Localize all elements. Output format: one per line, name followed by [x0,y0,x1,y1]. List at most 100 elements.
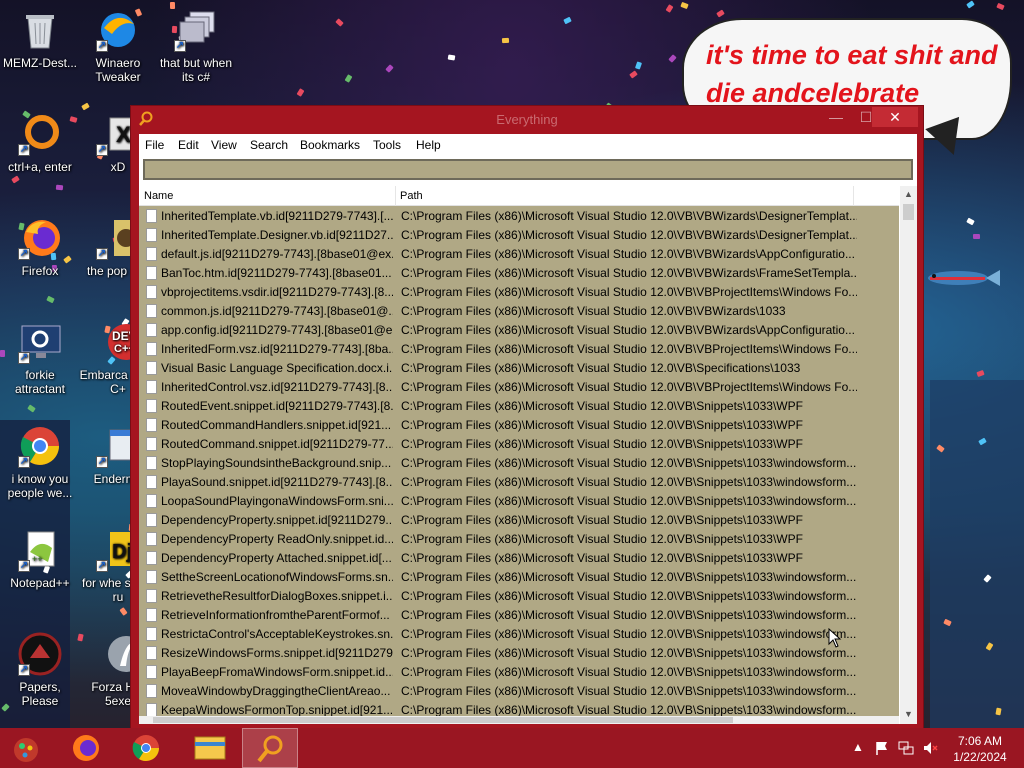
minimize-button[interactable]: — [821,107,851,127]
desktop-icon-notepadpp[interactable]: ++ ↗ Notepad++ [0,528,80,590]
file-name-cell: InheritedTemplate.Designer.vb.id[9211D27… [161,228,393,242]
window-titlebar[interactable]: Everything — ☐ ✕ [131,106,923,132]
search-input[interactable] [143,159,913,180]
taskbar: ▲ 7:06 AM 1/22/2024 [0,728,1024,768]
clock-time: 7:06 AM [957,734,1003,748]
confetti-piece [55,184,64,191]
confetti-piece [46,295,55,304]
desktop-icon-forkie[interactable]: ↗ forkie attractant [0,320,80,396]
table-row[interactable]: DependencyProperty Attached.snippet.id[.… [139,548,899,567]
table-row[interactable]: MoveaWindowbyDraggingtheClientAreao... C:… [139,681,899,700]
desktop-icon-ctrl-a-enter[interactable]: ↗ ctrl+a, enter [0,112,80,174]
file-icon [146,608,157,622]
menu-file[interactable]: File [145,138,164,152]
system-clock[interactable]: 7:06 AM 1/22/2024 [944,733,1016,765]
file-name-cell: common.js.id[9211D279-7743].[8base01@... [161,304,393,318]
file-icon [146,247,157,261]
file-icon [146,494,157,508]
table-row[interactable]: common.js.id[9211D279-7743].[8base01@...… [139,301,899,320]
table-row[interactable]: BanToc.htm.id[9211D279-7743].[8base01...… [139,263,899,282]
table-row[interactable]: RoutedEvent.snippet.id[9211D279-7743].[8… [139,396,899,415]
table-row[interactable]: LoopaSoundPlayingonaWindowsForm.sni... C:… [139,491,899,510]
table-row[interactable]: RoutedCommand.snippet.id[9211D279-77... C… [139,434,899,453]
table-row[interactable]: StopPlayingSoundsintheBackground.snip...… [139,453,899,472]
desktop-icon-firefox[interactable]: ↗ Firefox [0,216,80,278]
menu-view[interactable]: View [211,138,237,152]
desktop-icon-chrome[interactable]: ↗ i know you people we... [0,424,80,500]
close-button[interactable]: ✕ [872,107,918,127]
file-path-cell: C:\Program Files (x86)\Microsoft Visual … [401,494,857,508]
menu-search[interactable]: Search [250,138,288,152]
table-row[interactable]: RoutedCommandHandlers.snippet.id[921... C… [139,415,899,434]
table-row[interactable]: DependencyProperty ReadOnly.snippet.id..… [139,529,899,548]
column-separator[interactable] [853,186,854,206]
table-row[interactable]: SettheScreenLocationofWindowsForms.sn...… [139,567,899,586]
file-icon [146,665,157,679]
file-path-cell: C:\Program Files (x86)\Microsoft Visual … [401,342,857,356]
confetti-piece [972,233,981,240]
file-icon [146,418,157,432]
file-icon [146,437,157,451]
mouse-cursor-icon [828,628,842,648]
table-row[interactable]: app.config.id[9211D279-7743].[8base01@e.… [139,320,899,339]
action-center-flag-icon[interactable] [874,740,890,756]
table-row[interactable]: PlayaSound.snippet.id[9211D279-7743].[8.… [139,472,899,491]
svg-text:Dj: Dj [112,541,132,563]
scrollbar-thumb[interactable] [153,717,733,723]
notepadpp-icon: ++ ↗ [18,528,62,572]
desktop-icon-memz[interactable]: MEMZ-Dest... [0,8,80,70]
shortcut-arrow-icon: ↗ [18,144,30,156]
vertical-scrollbar[interactable]: ▲ ▼ [900,186,917,724]
file-path-cell: C:\Program Files (x86)\Microsoft Visual … [401,608,857,622]
confetti-piece [665,4,674,13]
table-row[interactable]: RetrievetheResultforDialogBoxes.snippet.… [139,586,899,605]
menu-bookmarks[interactable]: Bookmarks [300,138,360,152]
scroll-down-arrow-icon[interactable]: ▼ [900,706,917,723]
desktop-icon-winaero[interactable]: ↗ Winaero Tweaker [78,8,158,84]
taskbar-firefox[interactable] [58,728,114,768]
file-path-cell: C:\Program Files (x86)\Microsoft Visual … [401,361,801,375]
scroll-up-arrow-icon[interactable]: ▲ [900,186,917,203]
scrollbar-thumb[interactable] [903,204,914,220]
confetti-piece [11,175,20,184]
horizontal-scrollbar[interactable] [139,716,899,724]
desktop-icon-that-but-when[interactable]: ↗ that but when its c# [156,8,236,84]
desktop-icon-papers-please[interactable]: ↗ Papers, Please [0,632,80,708]
column-separator[interactable] [395,186,396,206]
results-list[interactable]: Name Path InheritedTemplate.vb.id[9211D2… [139,186,917,724]
shortcut-arrow-icon: ↗ [96,248,108,260]
menu-help[interactable]: Help [416,138,441,152]
confetti-piece [385,64,394,73]
table-row[interactable]: vbprojectitems.vsdir.id[9211D279-7743].[… [139,282,899,301]
shortcut-arrow-icon: ↗ [18,456,30,468]
confetti-piece [634,61,643,70]
volume-muted-icon[interactable] [922,740,938,756]
table-row[interactable]: DependencyProperty.snippet.id[9211D279..… [139,510,899,529]
taskbar-everything[interactable] [242,728,298,768]
table-row[interactable]: RestrictaControl'sAcceptableKeystrokes.s… [139,624,899,643]
table-row[interactable]: default.js.id[9211D279-7743].[8base01@ex… [139,244,899,263]
file-icon [146,266,157,280]
table-row[interactable]: InheritedTemplate.Designer.vb.id[9211D27… [139,225,899,244]
column-header-path[interactable]: Path [400,190,423,202]
file-icon [146,361,157,375]
menu-edit[interactable]: Edit [178,138,199,152]
table-row[interactable]: RetrieveInformationfromtheParentFormof..… [139,605,899,624]
column-header-name[interactable]: Name [144,190,173,202]
file-icon [146,475,157,489]
menu-tools[interactable]: Tools [373,138,401,152]
table-row[interactable]: InheritedTemplate.vb.id[9211D279-7743].[… [139,206,899,225]
table-row[interactable]: Visual Basic Language Specification.docx… [139,358,899,377]
table-row[interactable]: InheritedForm.vsz.id[9211D279-7743].[8ba… [139,339,899,358]
table-row[interactable]: InheritedControl.vsz.id[9211D279-7743].[… [139,377,899,396]
table-row[interactable]: PlayaBeepFromaWindowsForm.snippet.id... C… [139,662,899,681]
show-hidden-icons-icon[interactable]: ▲ [852,740,864,754]
file-name-cell: ResizeWindowsForms.snippet.id[9211D279..… [161,646,393,660]
start-button[interactable] [0,728,56,768]
table-row[interactable]: KeepaWindowsFormonTop.snippet.id[921... C… [139,700,899,716]
taskbar-file-explorer[interactable] [182,728,238,768]
network-icon[interactable] [898,740,914,756]
everything-window[interactable]: Everything — ☐ ✕ File Edit View Search B… [130,105,924,731]
taskbar-chrome[interactable] [118,728,174,768]
table-row[interactable]: ResizeWindowsForms.snippet.id[9211D279..… [139,643,899,662]
